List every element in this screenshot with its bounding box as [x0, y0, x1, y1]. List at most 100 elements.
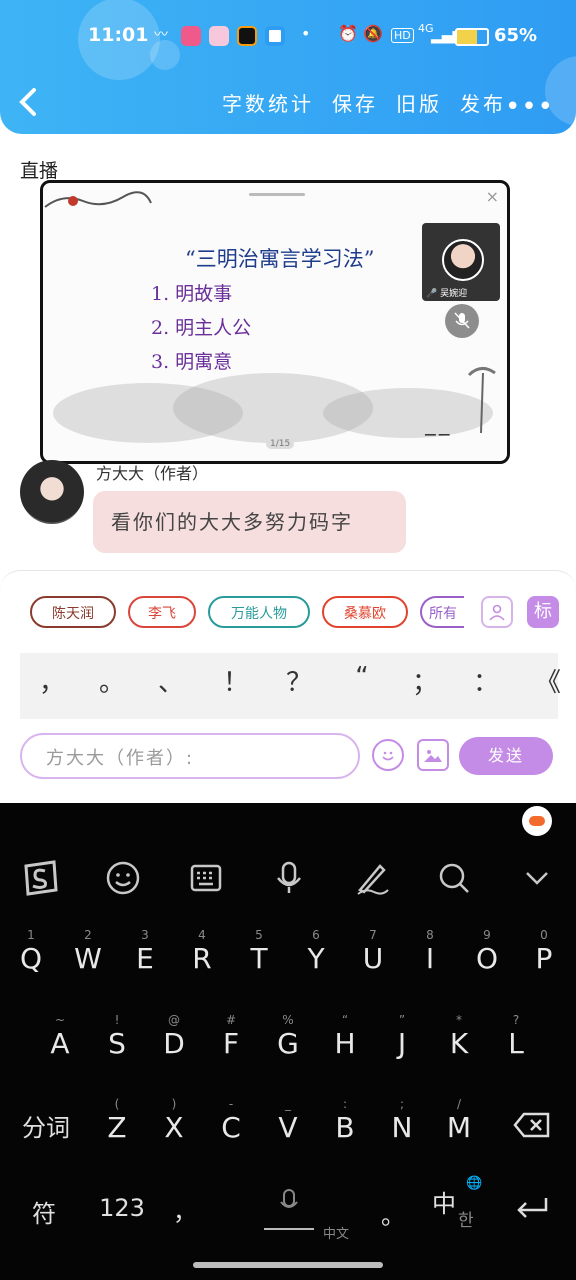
watermark: ━━ ━━: [425, 431, 450, 441]
punctuation-key[interactable]: 。: [92, 662, 132, 699]
punctuation-key[interactable]: ，: [32, 662, 72, 699]
old-version-button[interactable]: 旧版: [396, 88, 442, 117]
key-f[interactable]: # F: [205, 1013, 257, 1061]
key-w[interactable]: 2W: [62, 928, 114, 976]
character-tag[interactable]: 万能人物: [208, 596, 310, 628]
close-icon[interactable]: ×: [486, 187, 499, 206]
app-header: 11:01 〰 • ⏰ 🔕 HD 4G ▂▄▆ 65% 字数统计 保存 旧版 发…: [0, 0, 576, 134]
key-l[interactable]: ? L: [490, 1013, 542, 1061]
key-secondary-label: #: [225, 1013, 237, 1027]
fenci-key[interactable]: 分词: [18, 1108, 74, 1143]
key-j[interactable]: ” J: [376, 1013, 428, 1061]
voice-input-icon[interactable]: [269, 858, 309, 898]
key-z[interactable]: (Z: [91, 1097, 143, 1145]
key-x[interactable]: ) X: [148, 1097, 200, 1145]
publish-button[interactable]: 发布: [460, 88, 506, 117]
character-list-button[interactable]: [481, 596, 513, 628]
character-tag[interactable]: 桑慕欧: [322, 596, 408, 628]
presenter-avatar: [442, 239, 484, 281]
punctuation-key[interactable]: ：: [466, 662, 506, 699]
message-bubble: 看你们的大大多努力码字: [93, 491, 406, 553]
key-s[interactable]: ! S: [91, 1013, 143, 1061]
punctuation-key[interactable]: 《: [528, 662, 568, 699]
more-menu-button[interactable]: •••: [505, 92, 554, 122]
ink-decoration: [44, 191, 152, 208]
key-n[interactable]: ; N: [376, 1097, 428, 1145]
key-label: X: [164, 1111, 184, 1144]
key-t[interactable]: 5T: [233, 928, 285, 976]
key-y[interactable]: 6Y: [290, 928, 342, 976]
key-a[interactable]: ~ A: [34, 1013, 86, 1061]
enter-key[interactable]: [512, 1196, 552, 1226]
backspace-key[interactable]: [510, 1110, 554, 1146]
key-u[interactable]: 7U: [347, 928, 399, 976]
ime-mascot-icon[interactable]: [522, 806, 552, 836]
key-p[interactable]: 0P: [518, 928, 570, 976]
live-video-card[interactable]: × “三明治寓言学习法” 1. 明故事 2. 明主人公 3. 明寓意 🎤 吴婉迎…: [40, 180, 510, 464]
key-label: A: [50, 1027, 70, 1060]
character-tag[interactable]: 陈天润: [30, 596, 116, 628]
emoji-button[interactable]: [372, 739, 404, 771]
send-button[interactable]: 发送: [459, 737, 553, 775]
period-key[interactable]: 。: [378, 1196, 408, 1231]
key-secondary-label: -: [228, 1097, 234, 1111]
emoji-keyboard-icon[interactable]: [103, 858, 143, 898]
key-d[interactable]: @ D: [148, 1013, 200, 1061]
save-button[interactable]: 保存: [332, 88, 378, 117]
key-v[interactable]: _ V: [262, 1097, 314, 1145]
key-secondary-label: 5: [255, 928, 263, 942]
space-key-label: 中文: [323, 1227, 350, 1242]
drag-handle[interactable]: [249, 193, 305, 196]
image-button[interactable]: [417, 739, 449, 771]
key-label: V: [278, 1111, 298, 1144]
punctuation-key[interactable]: ；: [405, 662, 445, 699]
key-c[interactable]: -C: [205, 1097, 257, 1145]
language-switch-key[interactable]: 中 한 🌐: [428, 1176, 484, 1234]
key-label: Z: [107, 1111, 127, 1144]
keyboard-layout-icon[interactable]: [186, 858, 226, 898]
punctuation-key[interactable]: ！: [216, 662, 256, 699]
key-label: E: [136, 942, 154, 975]
handwriting-icon[interactable]: [352, 858, 392, 898]
chevron-down-icon[interactable]: [517, 858, 557, 898]
key-b[interactable]: :B: [319, 1097, 371, 1145]
punctuation-key[interactable]: “: [342, 662, 382, 692]
key-secondary-label: ”: [398, 1013, 406, 1027]
key-label: W: [74, 942, 102, 975]
hd-icon: HD: [391, 28, 414, 43]
presenter-video[interactable]: 🎤 吴婉迎: [422, 223, 500, 301]
space-key[interactable]: [264, 1188, 314, 1230]
comma-key[interactable]: ，: [170, 1192, 200, 1227]
key-secondary-label: ~: [54, 1013, 66, 1027]
sogou-logo-icon[interactable]: [20, 858, 60, 898]
status-bar: 11:01 〰 • ⏰ 🔕 HD 4G ▂▄▆ 65%: [0, 22, 576, 52]
key-i[interactable]: 8I: [404, 928, 456, 976]
key-o[interactable]: 9O: [461, 928, 513, 976]
key-h[interactable]: “H: [319, 1013, 371, 1061]
mark-button[interactable]: 标: [527, 596, 559, 628]
key-m[interactable]: / M: [433, 1097, 485, 1145]
back-button[interactable]: [16, 84, 46, 120]
symbol-key[interactable]: 符: [22, 1194, 66, 1229]
author-avatar[interactable]: [20, 460, 84, 524]
enter-icon: [517, 1198, 548, 1218]
word-count-button[interactable]: 字数统计: [222, 88, 314, 117]
backspace-icon: [513, 1112, 550, 1138]
key-label: G: [277, 1027, 299, 1060]
lang-main-label: 中: [432, 1190, 456, 1218]
key-label: S: [108, 1027, 126, 1060]
key-g[interactable]: % G: [262, 1013, 314, 1061]
number-key[interactable]: 123: [96, 1194, 148, 1222]
search-icon[interactable]: [434, 858, 474, 898]
home-indicator[interactable]: [193, 1262, 383, 1268]
key-k[interactable]: * K: [433, 1013, 485, 1061]
section-title-live: 直播: [20, 160, 59, 182]
key-q[interactable]: 1Q: [5, 928, 57, 976]
key-e[interactable]: 3E: [119, 928, 171, 976]
mic-muted-button[interactable]: [445, 304, 479, 338]
punctuation-key[interactable]: 、: [151, 662, 191, 699]
key-r[interactable]: 4R: [176, 928, 228, 976]
character-tag[interactable]: 所有: [420, 596, 464, 628]
character-tag[interactable]: 李飞: [128, 596, 196, 628]
punctuation-key[interactable]: ？: [279, 662, 319, 699]
